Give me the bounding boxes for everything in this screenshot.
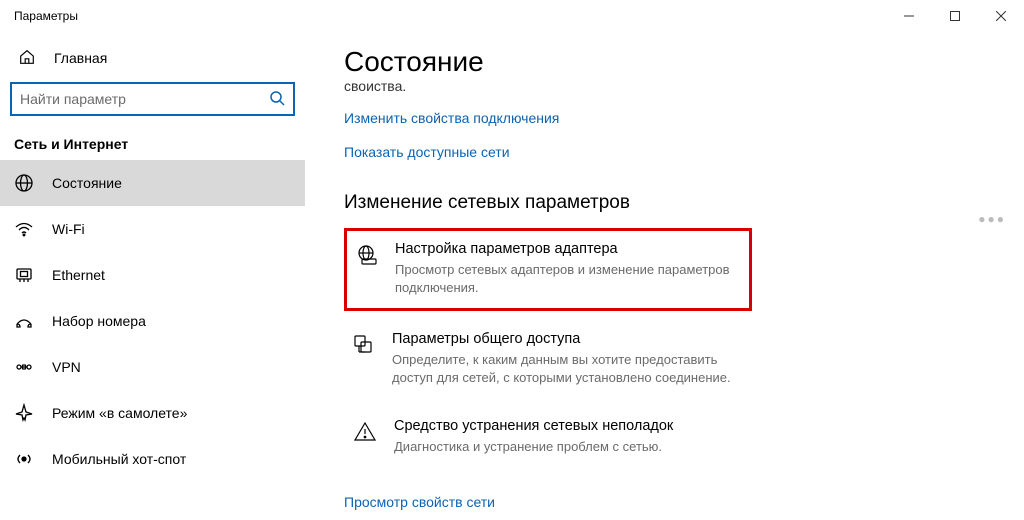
sidebar-item-wifi[interactable]: Wi-Fi: [0, 206, 305, 252]
vpn-icon: [14, 357, 34, 377]
scroll-indicator: ●●●: [978, 212, 1006, 226]
home-icon: [18, 48, 36, 69]
sidebar-item-vpn[interactable]: VPN: [0, 344, 305, 390]
link-view-properties[interactable]: Просмотр свойств сети: [344, 494, 495, 510]
option-desc: Просмотр сетевых адаптеров и изменение п…: [395, 261, 735, 296]
main-content: Состояние своиства. Изменить свойства по…: [306, 32, 1024, 520]
maximize-icon: [950, 11, 960, 21]
search-placeholder: Найти параметр: [20, 91, 269, 107]
globe-stack-icon: [355, 241, 379, 296]
page-title: Состояние: [344, 46, 1024, 78]
sidebar-item-status[interactable]: Состояние: [0, 160, 305, 206]
option-troubleshoot[interactable]: Средство устранения сетевых неполадок Ди…: [344, 408, 752, 468]
minimize-icon: [904, 11, 914, 21]
link-show-networks[interactable]: Показать доступные сети: [344, 144, 510, 160]
sidebar-item-dialup[interactable]: Набор номера: [0, 298, 305, 344]
sidebar-item-label: Режим «в самолете»: [52, 405, 187, 421]
sidebar-item-ethernet[interactable]: Ethernet: [0, 252, 305, 298]
option-desc: Диагностика и устранение проблем с сетью…: [394, 438, 673, 456]
dialup-icon: [14, 311, 34, 331]
sidebar-home[interactable]: Главная: [0, 38, 305, 78]
window-title: Параметры: [14, 9, 78, 23]
ethernet-icon: [14, 265, 34, 285]
sidebar-item-label: Набор номера: [52, 313, 146, 329]
close-button[interactable]: [978, 0, 1024, 32]
option-adapter-settings[interactable]: Настройка параметров адаптера Просмотр с…: [344, 228, 752, 311]
option-title: Средство устранения сетевых неполадок: [394, 418, 673, 434]
link-change-properties[interactable]: Изменить свойства подключения: [344, 110, 559, 126]
sidebar-item-label: Мобильный хот-спот: [52, 451, 186, 467]
option-desc: Определите, к каким данным вы хотите пре…: [392, 351, 738, 386]
sidebar-item-label: Wi-Fi: [52, 221, 85, 237]
hotspot-icon: [14, 449, 34, 469]
sidebar-home-label: Главная: [54, 50, 107, 66]
sidebar-item-label: Ethernet: [52, 267, 105, 283]
minimize-button[interactable]: [886, 0, 932, 32]
sidebar-item-label: VPN: [52, 359, 81, 375]
section-heading: Изменение сетевых параметров: [344, 192, 1024, 214]
sidebar: Главная Найти параметр Сеть и Интернет С…: [0, 32, 306, 520]
sharing-icon: [352, 331, 376, 386]
close-icon: [996, 11, 1006, 21]
search-input[interactable]: Найти параметр: [10, 82, 295, 116]
sidebar-item-airplane[interactable]: Режим «в самолете»: [0, 390, 305, 436]
cutoff-text: своиства.: [344, 78, 1024, 94]
option-title: Настройка параметров адаптера: [395, 241, 735, 257]
airplane-icon: [14, 403, 34, 423]
wifi-icon: [14, 219, 34, 239]
option-sharing[interactable]: Параметры общего доступа Определите, к к…: [344, 321, 752, 398]
warning-icon: [352, 418, 378, 456]
sidebar-item-label: Состояние: [52, 175, 122, 191]
option-title: Параметры общего доступа: [392, 331, 738, 347]
maximize-button[interactable]: [932, 0, 978, 32]
sidebar-category: Сеть и Интернет: [14, 136, 305, 152]
sidebar-item-hotspot[interactable]: Мобильный хот-спот: [0, 436, 305, 482]
search-icon: [269, 90, 285, 109]
title-bar: Параметры: [0, 0, 1024, 32]
globe-icon: [14, 173, 34, 193]
